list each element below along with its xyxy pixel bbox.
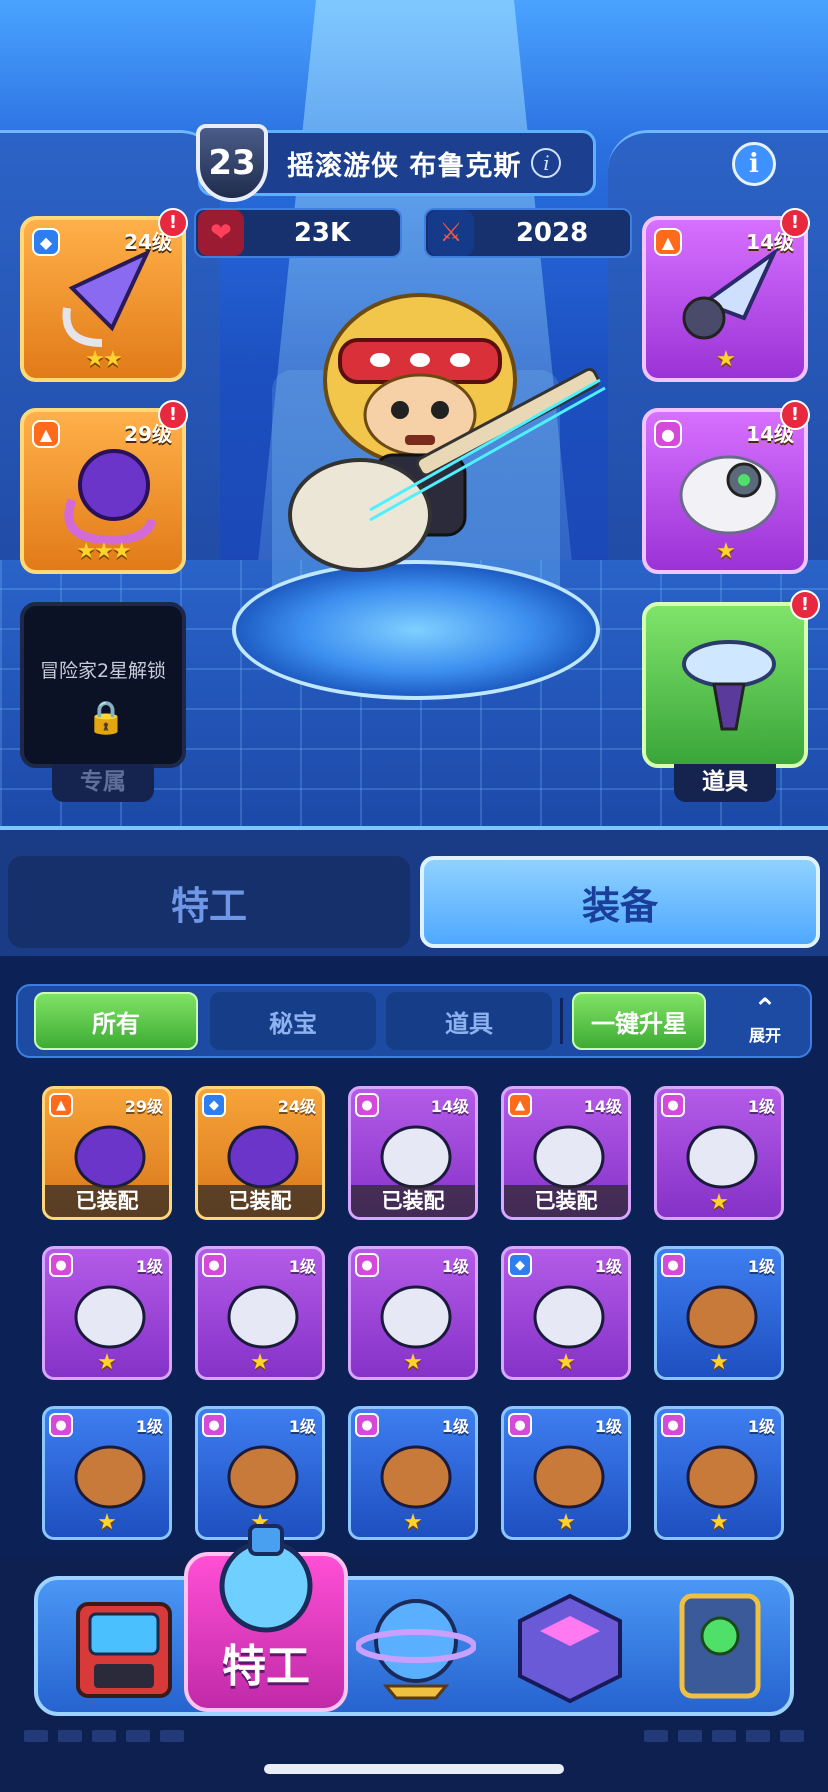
- inventory-card[interactable]: ▲ 29级 已装配: [42, 1086, 172, 1220]
- item-stars: ★: [250, 1350, 270, 1375]
- item-stars: ★: [97, 1350, 117, 1375]
- inventory-card[interactable]: ● 1级 ★: [501, 1406, 631, 1540]
- fur-ring-icon: [679, 455, 779, 535]
- lock-icon: 🔒: [86, 698, 126, 736]
- item-icon: [686, 1445, 758, 1509]
- item-stars: ★: [97, 1510, 117, 1535]
- equipped-label: 已装配: [504, 1185, 628, 1217]
- alert-icon: !: [790, 590, 820, 620]
- item-icon: [380, 1285, 452, 1349]
- slot-stars: ★: [716, 539, 736, 564]
- inventory-card[interactable]: ● 1级 ★: [195, 1246, 325, 1380]
- info-icon[interactable]: i: [732, 142, 776, 186]
- attack-stat: ⚔ 2028: [424, 208, 632, 258]
- satellite-dish-icon: [682, 640, 776, 731]
- alert-icon: !: [780, 208, 810, 238]
- equip-slot-left-2[interactable]: ▲ 29级 ★★★: [20, 408, 186, 574]
- item-icon: [686, 1285, 758, 1349]
- equipped-label: 已装配: [351, 1185, 475, 1217]
- unlock-hint: 冒险家2星解锁: [39, 660, 167, 682]
- expand-label: 展开: [748, 1026, 781, 1045]
- inventory-card[interactable]: ● 14级 已装配: [348, 1086, 478, 1220]
- item-icon: [74, 1445, 146, 1509]
- hp-stat: ❤ 23K: [194, 208, 402, 258]
- hero-character[interactable]: [270, 270, 650, 630]
- sword-icon: ⚔: [428, 210, 474, 256]
- tab-agent[interactable]: 特工: [8, 856, 410, 948]
- item-icon: [533, 1285, 605, 1349]
- filter-divider: [560, 998, 563, 1044]
- chevron-up-icon: ⌃: [753, 992, 777, 1025]
- upgrade-all-button[interactable]: 一键升星: [572, 992, 706, 1050]
- exclusive-caption: 专属: [52, 764, 154, 802]
- slot-stars: ★★★: [76, 539, 131, 564]
- exclusive-slot-locked[interactable]: 冒险家2星解锁 🔒: [20, 602, 186, 768]
- inventory-card[interactable]: ◆ 1级 ★: [501, 1246, 631, 1380]
- item-stars: ★: [709, 1350, 729, 1375]
- cube-icon[interactable]: [510, 1586, 630, 1706]
- tool-caption: 道具: [674, 764, 776, 802]
- item-icon: [533, 1445, 605, 1509]
- slot-stars: ★: [716, 347, 736, 372]
- filter-all-button[interactable]: 所有: [34, 992, 198, 1050]
- equip-slot-right-2[interactable]: ● 14级 ★: [642, 408, 808, 574]
- inventory-card[interactable]: ◆ 24级 已装配: [195, 1086, 325, 1220]
- hp-value: 23K: [293, 218, 351, 248]
- item-icon: [686, 1125, 758, 1189]
- inventory-card[interactable]: ● 1级 ★: [654, 1406, 784, 1540]
- agent-helmet-icon: [219, 1524, 313, 1633]
- item-stars: ★: [403, 1510, 423, 1535]
- heart-icon: ❤: [198, 210, 244, 256]
- inventory-card[interactable]: ● 1级 ★: [42, 1406, 172, 1540]
- alert-icon: !: [158, 400, 188, 430]
- inventory-card[interactable]: ● 1级 ★: [42, 1246, 172, 1380]
- item-icon: [380, 1445, 452, 1509]
- filter-secret-button[interactable]: 秘宝: [210, 992, 376, 1050]
- item-stars: ★: [709, 1510, 729, 1535]
- planet-icon[interactable]: [356, 1586, 476, 1706]
- equipped-label: 已装配: [45, 1185, 169, 1217]
- item-icon: [74, 1285, 146, 1349]
- item-icon: [227, 1445, 299, 1509]
- card-frame-icon[interactable]: [660, 1586, 780, 1706]
- footer-decoration: [24, 1730, 804, 1742]
- equip-slot-left-1[interactable]: ◆ 24级 ★★: [20, 216, 186, 382]
- item-stars: ★: [403, 1350, 423, 1375]
- tab-equipment[interactable]: 装备: [420, 856, 820, 948]
- equipped-label: 已装配: [198, 1185, 322, 1217]
- inventory-card[interactable]: ● 1级 ★: [348, 1406, 478, 1540]
- item-stars: ★: [556, 1350, 576, 1375]
- tool-slot[interactable]: [642, 602, 808, 768]
- hero-info-icon[interactable]: i: [531, 148, 562, 178]
- gem-ball-icon: [64, 449, 157, 545]
- arcade-machine-icon[interactable]: [64, 1586, 184, 1706]
- expand-button[interactable]: ⌃ 展开: [730, 992, 800, 1052]
- item-stars: ★: [556, 1510, 576, 1535]
- filter-tool-button[interactable]: 道具: [386, 992, 552, 1050]
- equip-slot-right-1[interactable]: ▲ 14级 ★: [642, 216, 808, 382]
- inventory-card[interactable]: ▲ 14级 已装配: [501, 1086, 631, 1220]
- hero-name: 摇滚游侠 布鲁克斯: [287, 150, 522, 182]
- crystal-shard-icon: [62, 248, 152, 347]
- inventory-card[interactable]: ● 1级 ★: [348, 1246, 478, 1380]
- slot-stars: ★★: [85, 347, 122, 372]
- inventory-card[interactable]: ● 1级 ★: [654, 1246, 784, 1380]
- attack-value: 2028: [515, 218, 589, 248]
- nav-agent-label: 特工: [222, 1641, 310, 1692]
- alert-icon: !: [158, 208, 188, 238]
- alert-icon: !: [780, 400, 810, 430]
- hero-level-badge: 23: [196, 124, 268, 202]
- inventory-card[interactable]: ● 1级 ★: [654, 1086, 784, 1220]
- lightning-crystal-icon: [682, 248, 779, 340]
- item-icon: [227, 1285, 299, 1349]
- item-stars: ★: [709, 1190, 729, 1215]
- home-indicator[interactable]: [264, 1764, 564, 1774]
